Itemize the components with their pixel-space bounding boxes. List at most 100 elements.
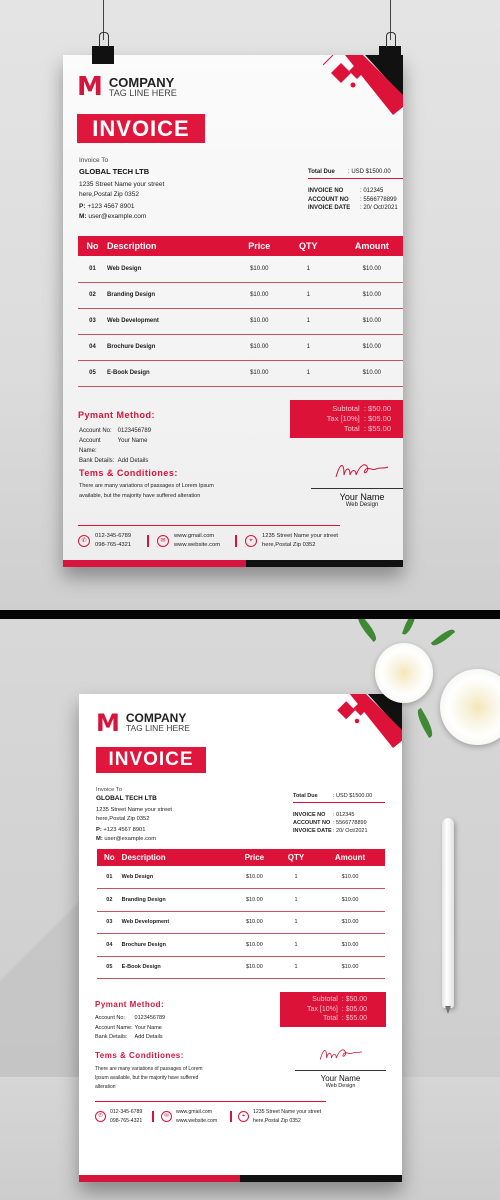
cell-description: Web Design — [107, 256, 233, 283]
footer-web: ✉ www.gmail.com www.website.com — [157, 532, 220, 550]
location-icon: ⌖ — [245, 535, 257, 547]
cell-price: $10.00 — [231, 956, 277, 979]
table-row: 02 Branding Design $10.00 1 $10.00 — [97, 888, 385, 912]
cell-description: E-Book Design — [121, 956, 232, 979]
mail-icon: ✉ — [157, 535, 169, 547]
cell-price: $10.00 — [231, 911, 277, 934]
payment-value: 0123456789 — [117, 428, 152, 434]
payment-value: 0123456789 — [134, 1015, 166, 1021]
cell-amount: $10.00 — [315, 866, 385, 889]
footer-separator — [152, 1111, 154, 1122]
cell-qty: 1 — [277, 866, 316, 889]
invoice-meta: Total Due : USD $1500.00 INVOICE NO: 012… — [293, 793, 385, 835]
phone-label: P: — [96, 827, 102, 833]
footer-address-1: 1235 Street Name your street — [253, 1109, 322, 1115]
cell-no: 01 — [78, 256, 108, 283]
totals-box: Subtotal : $50.00 Tax [10%] : $05.00 Tot… — [280, 992, 386, 1027]
footer-bar-black — [246, 560, 403, 567]
terms-heading: Tems & Conditiones: — [79, 468, 178, 478]
invoice-meta: Total Due : USD $1500.00 INVOICE NO: 012… — [308, 169, 403, 213]
payment-label: Account No: — [95, 1015, 125, 1021]
company-tagline: TAG LINE HERE — [108, 87, 177, 98]
client-address-line-1: 1235 Street Name your street — [96, 807, 173, 813]
column-header-description: Description — [107, 241, 157, 251]
terms-text: There are many variations of passages of… — [95, 1066, 203, 1090]
footer-web: ✉ www.gmail.com www.website.com — [161, 1108, 217, 1125]
client-name: GLOBAL TECH LTB — [79, 166, 150, 176]
invoice-title: INVOICE — [96, 747, 206, 773]
cell-no: 02 — [97, 888, 122, 912]
footer-website: www.website.com — [176, 1117, 218, 1124]
meta-value: : 5566778899 — [333, 820, 367, 826]
payment-details: Account No: 0123456789 Account Name: You… — [79, 426, 151, 466]
column-header-price: Price — [244, 853, 265, 862]
footer-phone-1: 012-345-6789 — [110, 1109, 143, 1115]
footer-bar-black — [240, 1175, 402, 1182]
cell-qty: 1 — [277, 956, 316, 979]
meta-value: : 012345 — [360, 188, 384, 194]
column-header-description: Description — [121, 853, 166, 862]
cell-no: 01 — [97, 866, 122, 889]
company-logo: M COMPANY TAG LINE HERE — [77, 72, 177, 102]
meta-value: : 5566778899 — [360, 196, 397, 203]
cell-price: $10.00 — [232, 282, 286, 309]
footer-address: ⌖ 1235 Street Name your street here,Posta… — [238, 1108, 321, 1125]
corner-decoration-icon — [323, 55, 403, 115]
payment-label: Account Name: — [95, 1024, 133, 1031]
footer-email: www.gmail.com — [176, 1109, 213, 1115]
scene-divider — [0, 610, 500, 619]
client-address-line-1: 1235 Street Name your street — [79, 181, 165, 188]
table-row: 01 Web Design $10.00 1 $10.00 — [78, 256, 403, 283]
subtotal-value: : $50.00 — [363, 404, 391, 413]
table-row: 04 Brochure Design $10.00 1 $10.00 — [97, 933, 385, 957]
bill-to-block: Invoice To GLOBAL TECH LTB 1235 Street N… — [79, 156, 164, 221]
items-table: No Description Price QTY Amount 01 Web De… — [97, 849, 385, 979]
binder-clip-icon — [379, 32, 401, 64]
footer-bar-red — [79, 1175, 240, 1182]
mail-icon: ✉ — [161, 1111, 172, 1122]
cell-description: Web Design — [121, 866, 232, 889]
rose-icon — [375, 643, 433, 703]
cell-no: 02 — [78, 282, 108, 309]
meta-label: INVOICE NO — [308, 188, 344, 194]
cell-amount: $10.00 — [315, 888, 385, 912]
table-row: 04 Brochure Design $10.00 1 $10.00 — [78, 334, 403, 361]
table-row: 03 Web Development $10.00 1 $10.00 — [78, 308, 403, 335]
total-due-value: : USD $1500.00 — [348, 169, 391, 175]
invoice-sheet: M COMPANY TAG LINE HERE INVOICE Invoice … — [79, 694, 402, 1182]
cell-no: 05 — [78, 360, 108, 387]
logo-mark-icon: M — [77, 72, 103, 102]
mail-label: M: — [79, 212, 87, 220]
payment-value: Your Name — [117, 438, 148, 444]
invoice-to-label: Invoice To — [79, 157, 109, 164]
subtotal-value: : $50.00 — [341, 996, 367, 1003]
cell-price: $10.00 — [231, 888, 277, 912]
cell-description: Web Development — [121, 911, 232, 934]
signer-name: Your Name — [320, 1074, 361, 1083]
leaf-icon — [401, 619, 417, 637]
leaf-icon — [414, 708, 436, 738]
meta-label: INVOICE DATE — [293, 828, 332, 834]
cell-qty: 1 — [285, 282, 331, 309]
cell-qty: 1 — [285, 256, 331, 283]
leaf-icon — [354, 619, 380, 643]
cell-qty: 1 — [285, 308, 331, 335]
footer-address-1: 1235 Street Name your street — [262, 533, 339, 539]
cell-qty: 1 — [277, 888, 316, 912]
signer-role: Web Design — [345, 502, 379, 508]
cell-price: $10.00 — [232, 360, 286, 387]
total-label: Total — [343, 424, 360, 433]
cell-amount: $10.00 — [315, 911, 385, 934]
totals-box: Subtotal : $50.00 Tax [10%] : $05.00 Tot… — [290, 400, 403, 438]
footer-phone-2: 098-765-4321 — [95, 542, 132, 548]
meta-value: : 20/ Oct/2021 — [333, 828, 368, 834]
payment-label: Account Name: — [79, 438, 101, 454]
column-header-no: No — [104, 853, 115, 862]
cell-no: 03 — [97, 911, 122, 934]
footer-separator — [147, 535, 149, 547]
total-value: : $55.00 — [363, 424, 391, 433]
payment-value: Your Name — [134, 1024, 162, 1031]
client-phone: +123 4567 8901 — [87, 203, 135, 210]
cell-price: $10.00 — [231, 933, 277, 957]
mockup-scene-hanging: M COMPANY TAG LINE HERE INVOICE Invoice … — [0, 0, 500, 610]
